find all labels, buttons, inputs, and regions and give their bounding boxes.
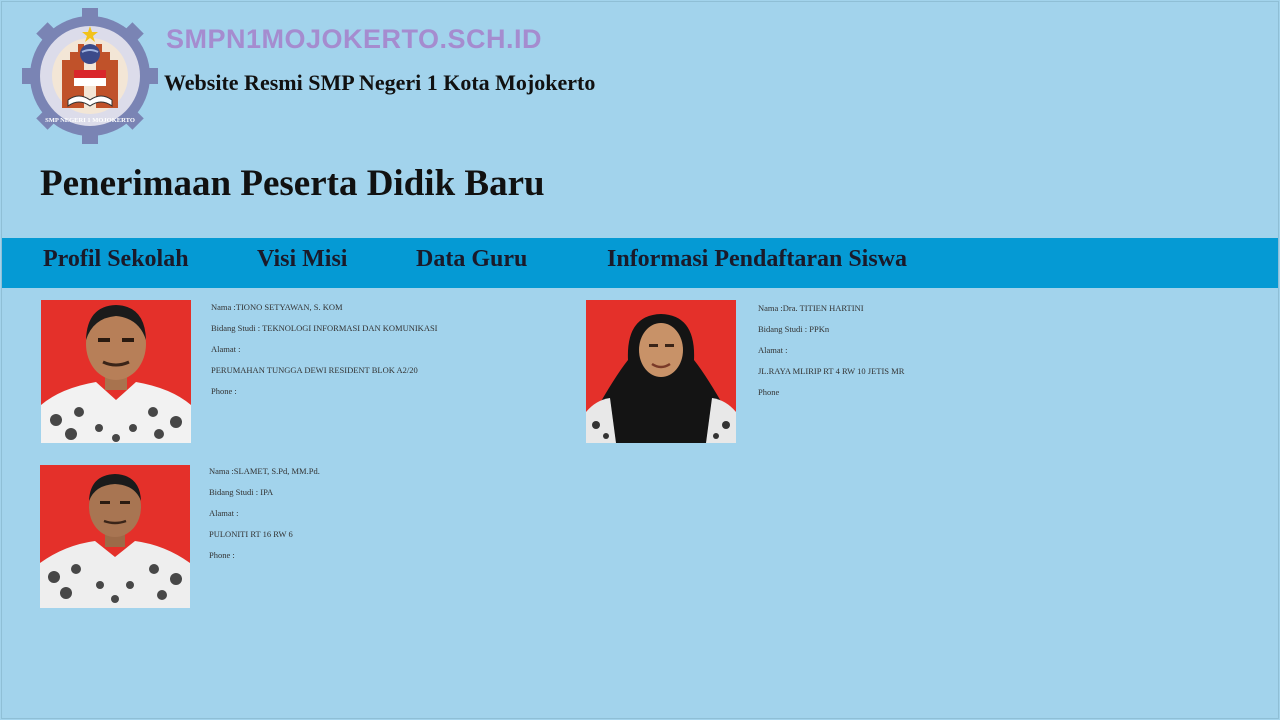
teacher-info-3: Nama :SLAMET, S.Pd, MM.Pd. Bidang Studi … <box>209 461 320 566</box>
nav-profil-sekolah[interactable]: Profil Sekolah <box>43 246 189 273</box>
teacher-info-2: Nama :Dra. TITIEN HARTINI Bidang Studi :… <box>758 298 904 403</box>
teacher-subject: Bidang Studi : IPA <box>209 487 274 497</box>
teacher-subject: Bidang Studi : TEKNOLOGI INFORMASI DAN K… <box>211 323 438 333</box>
page-title: Penerimaan Peserta Didik Baru <box>40 163 545 204</box>
teacher-photo-1 <box>41 300 191 443</box>
teacher-address: PULONITI RT 16 RW 6 <box>209 529 293 539</box>
teacher-name: Nama :SLAMET, S.Pd, MM.Pd. <box>209 466 320 476</box>
teacher-photo-3 <box>40 465 190 608</box>
teacher-phone: Phone : <box>209 550 235 560</box>
logo-text: SMP NEGERI 1 MOJOKERTO <box>45 117 135 124</box>
teacher-address: PERUMAHAN TUNGGA DEWI RESIDENT BLOK A2/2… <box>211 365 418 375</box>
teacher-phone: Phone : <box>211 386 237 396</box>
teacher-address-label: Alamat : <box>211 344 241 354</box>
site-tagline: Website Resmi SMP Negeri 1 Kota Mojokert… <box>164 70 596 95</box>
teacher-address-label: Alamat : <box>209 508 239 518</box>
site-domain[interactable]: SMPN1MOJOKERTO.SCH.ID <box>166 24 542 55</box>
teacher-name: Nama :Dra. TITIEN HARTINI <box>758 303 864 313</box>
teacher-name: Nama :TIONO SETYAWAN, S. KOM <box>211 302 343 312</box>
nav-visi-misi[interactable]: Visi Misi <box>257 246 347 273</box>
school-logo[interactable]: SMP NEGERI 1 MOJOKERTO <box>22 8 158 144</box>
nav-informasi-pendaftaran[interactable]: Informasi Pendaftaran Siswa <box>607 246 907 273</box>
teacher-address-label: Alamat : <box>758 345 788 355</box>
teacher-photo-2 <box>586 300 736 443</box>
main-navbar: Profil Sekolah Visi Misi Data Guru Infor… <box>2 238 1278 288</box>
teacher-info-1: Nama :TIONO SETYAWAN, S. KOM Bidang Stud… <box>211 297 438 402</box>
teacher-address: JL.RAYA MLIRIP RT 4 RW 10 JETIS MR <box>758 366 905 376</box>
nav-data-guru[interactable]: Data Guru <box>416 246 527 273</box>
teacher-subject: Bidang Studi : PPKn <box>758 324 830 334</box>
teacher-phone: Phone <box>758 387 780 397</box>
